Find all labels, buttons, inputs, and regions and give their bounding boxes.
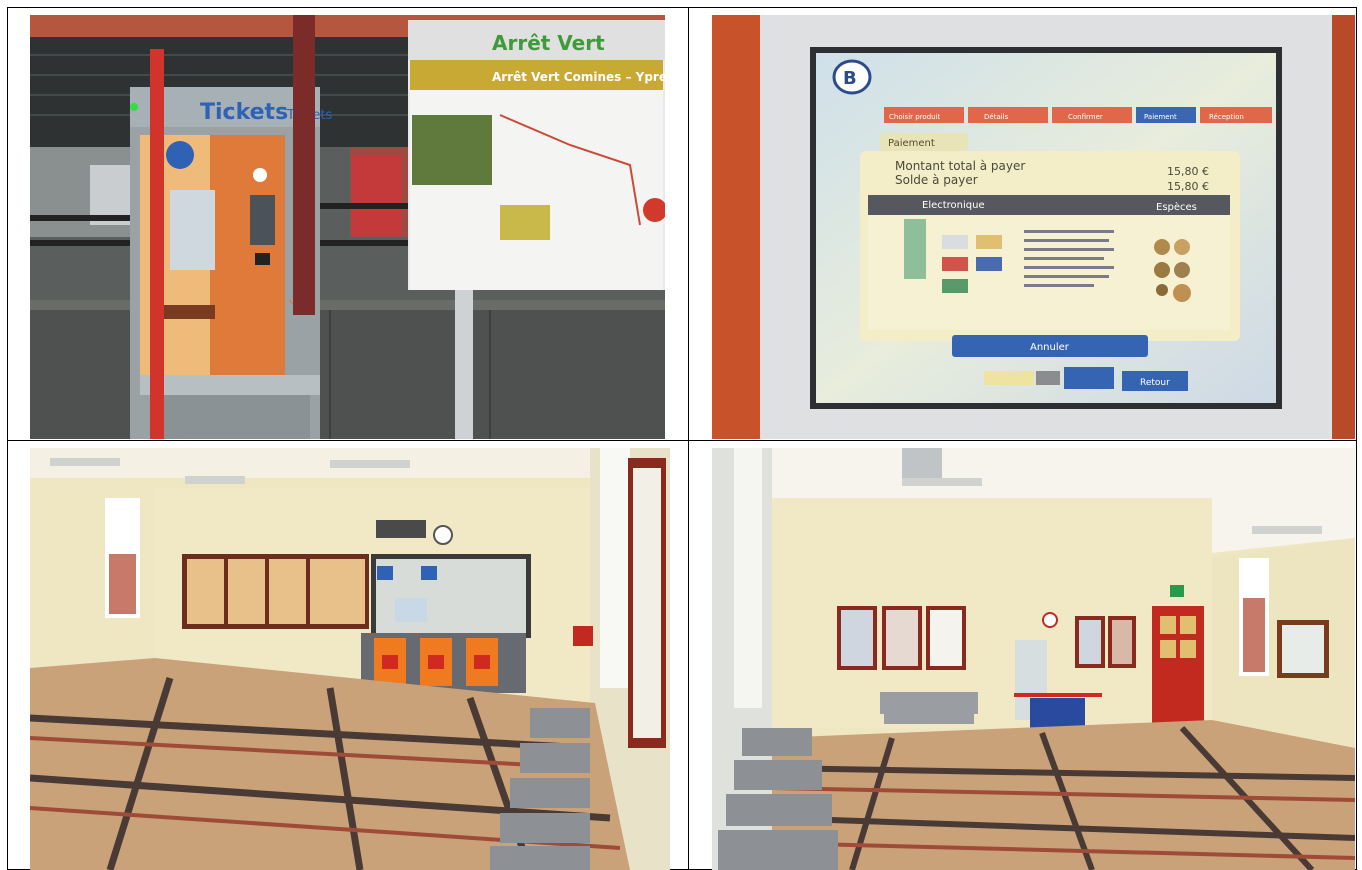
balance-label: Solde à payer xyxy=(895,173,978,187)
total-label: Montant total à payer xyxy=(895,159,1025,173)
tab-details: Détails xyxy=(984,113,1009,121)
total-value: 15,80 € xyxy=(1167,165,1209,178)
cash-label: Espèces xyxy=(1156,201,1197,213)
board-title: Arrêt Vert xyxy=(492,31,605,55)
tab-choose-product: Choisir produit xyxy=(889,113,941,121)
photo-waiting-room-right xyxy=(712,448,1355,870)
back-button: Retour xyxy=(1140,378,1170,388)
photo-waiting-room-left xyxy=(30,448,670,870)
cancel-button: Annuler xyxy=(1030,342,1070,353)
tab-receipt: Réception xyxy=(1209,113,1244,121)
photo-payment-screen: B Choisir produit Détails Confirmer Paie… xyxy=(712,15,1355,439)
tickets-sign: Tickets xyxy=(200,100,288,125)
payment-panel-title: Paiement xyxy=(888,138,935,149)
grid-divider-horizontal xyxy=(7,440,1357,441)
svg-text:B: B xyxy=(843,68,857,89)
balance-value: 15,80 € xyxy=(1167,180,1209,193)
photo-ticket-machine: Tickets Tickets Mobility Arrêt Vert Arrê… xyxy=(30,15,665,439)
grid-divider-vertical xyxy=(688,7,689,870)
electronic-label: Electronique xyxy=(922,200,985,211)
tab-payment: Paiement xyxy=(1144,113,1177,121)
board-subtitle: Arrêt Vert Comines – Ypres xyxy=(492,70,665,84)
tab-confirm: Confirmer xyxy=(1068,113,1103,121)
